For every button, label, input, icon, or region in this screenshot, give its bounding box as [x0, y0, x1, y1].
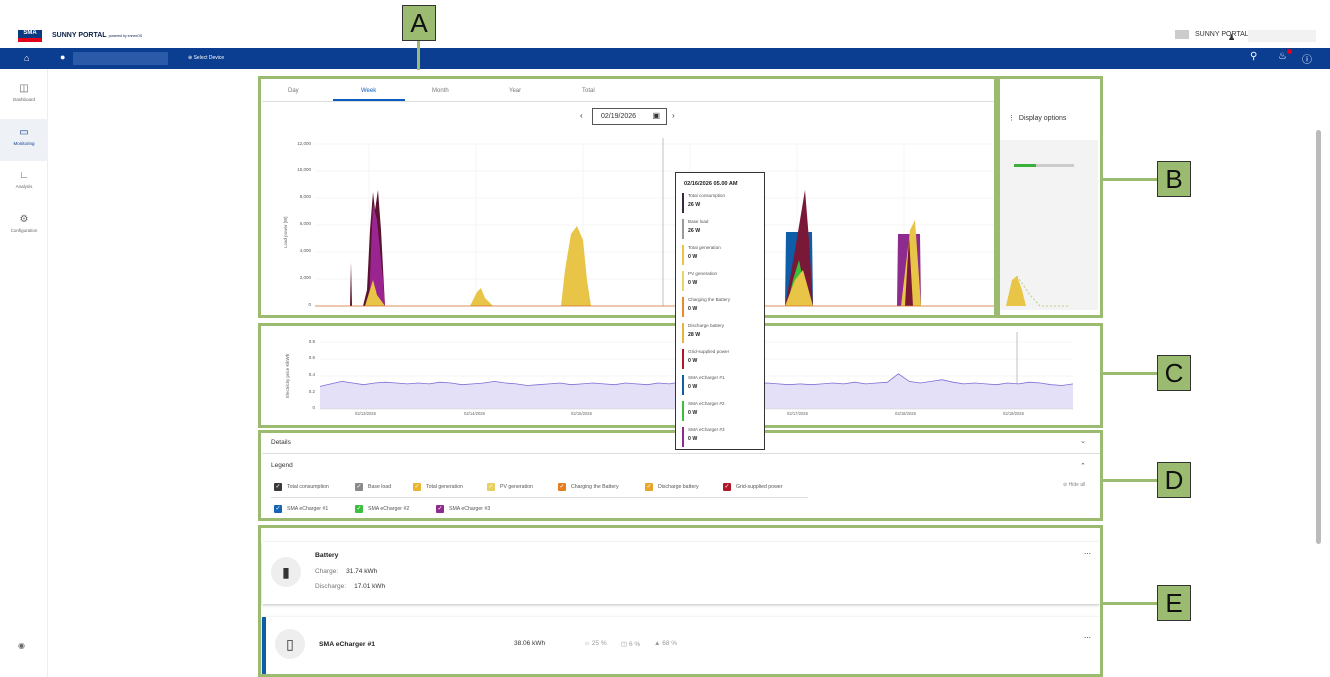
tooltip-title: 02/16/2026 05.00 AM — [684, 181, 738, 187]
annotation-label-a: A — [402, 5, 436, 41]
tooltip-item-value: 0 W — [688, 410, 698, 416]
tooltip-item-name: SMA eCharger #1 — [688, 375, 725, 380]
notification-badge — [1287, 49, 1292, 54]
sidebar-item-dashboard[interactable]: ◫ Dashboard — [0, 75, 48, 117]
tooltip-item: Total generation 0 W — [682, 245, 758, 267]
select-device-label: Select Device — [193, 55, 225, 61]
settings-icon[interactable]: ◉ — [18, 641, 25, 650]
tooltip-color-bar — [682, 401, 684, 421]
tooltip-item-value: 0 W — [688, 280, 698, 286]
tooltip-item-name: Discharge battery — [688, 323, 725, 328]
tooltip-color-bar — [682, 323, 684, 343]
portal-image-icon — [1175, 30, 1189, 39]
user-menu[interactable] — [1248, 30, 1316, 42]
sidebar-item-configuration[interactable]: ⚙ Configuration — [0, 206, 48, 248]
tooltip-item-value: 26 W — [688, 202, 701, 208]
tooltip-item: SMA eCharger #2 0 W — [682, 401, 758, 423]
brand-name: SUNNY PORTAL — [52, 32, 107, 39]
tooltip-item-name: Charging the Battery — [688, 297, 731, 302]
analysis-icon: ∟ — [19, 170, 29, 181]
annotation-label-b: B — [1157, 161, 1191, 197]
tooltip-color-bar — [682, 375, 684, 395]
tooltip-item-value: 28 W — [688, 332, 701, 338]
tooltip-item-name: Total generation — [688, 245, 721, 250]
brand-subtitle: powered by ennexOS — [108, 34, 143, 38]
tooltip-item: Discharge battery 28 W — [682, 323, 758, 345]
sidebar-item-analysis[interactable]: ∟ Analysis — [0, 162, 48, 204]
tooltip-color-bar — [682, 219, 684, 239]
tooltip-list: Total consumption 26 W Base load 26 W Total … — [682, 193, 758, 449]
tooltip-item-name: Base load — [688, 219, 709, 224]
annotation-leader-e — [1103, 602, 1159, 605]
search-icon[interactable]: ⚲ — [1250, 51, 1257, 62]
tooltip-item: Base load 26 W — [682, 219, 758, 241]
annotation-label-c: C — [1157, 355, 1191, 391]
plant-selector[interactable] — [73, 52, 168, 65]
tooltip-item-value: 0 W — [688, 384, 698, 390]
info-icon[interactable]: ⓘ — [1302, 51, 1312, 66]
scrollbar-thumb[interactable] — [1316, 130, 1321, 544]
annotation-leader-d — [1103, 479, 1159, 482]
tooltip-item: SMA eCharger #3 0 W — [682, 427, 758, 449]
portal-link[interactable]: SUNNY PORTAL — [1175, 30, 1249, 39]
tooltip-item-value: 0 W — [688, 358, 698, 364]
navigation-bar: ⌂ ● ⊕ Select Device ⚲ ♨ ⓘ — [0, 48, 1330, 69]
tooltip-item: Charging the Battery 0 W — [682, 297, 758, 319]
sma-logo[interactable]: SMA — [18, 30, 42, 42]
tooltip-item: PV generation 0 W — [682, 271, 758, 293]
select-device-button[interactable]: ⊕ Select Device — [188, 55, 224, 61]
annotation-box-e — [258, 525, 1103, 677]
sidebar-item-monitoring[interactable]: ▭ Monitoring — [0, 119, 48, 161]
sidebar-item-label: Dashboard — [12, 97, 35, 102]
tooltip-color-bar — [682, 245, 684, 265]
annotation-box-a — [258, 76, 997, 318]
annotation-leader-a — [417, 40, 420, 70]
tooltip-item-value: 0 W — [688, 436, 698, 442]
home-icon[interactable]: ⌂ — [24, 53, 29, 63]
tooltip-color-bar — [682, 427, 684, 447]
chart-tooltip: 02/16/2026 05.00 AM Total consumption 26 … — [675, 172, 765, 450]
annotation-label-d: D — [1157, 462, 1191, 498]
gear-icon: ⚙ — [19, 214, 29, 225]
monitor-icon: ▭ — [19, 127, 29, 138]
tooltip-item-value: 26 W — [688, 228, 701, 234]
tooltip-item: Grid-supplied power 0 W — [682, 349, 758, 371]
tooltip-color-bar — [682, 297, 684, 317]
tooltip-item-value: 0 W — [688, 254, 698, 260]
dashboard-icon: ◫ — [19, 83, 29, 94]
tooltip-item: Total consumption 26 W — [682, 193, 758, 215]
tooltip-item-name: Total consumption — [688, 193, 726, 198]
tooltip-item: SMA eCharger #1 0 W — [682, 375, 758, 397]
annotation-box-b — [997, 76, 1103, 318]
tooltip-item-name: SMA eCharger #3 — [688, 427, 725, 432]
portal-link-label: SUNNY PORTAL — [1195, 31, 1249, 38]
annotation-leader-b — [1103, 178, 1159, 181]
annotation-leader-c — [1103, 372, 1159, 375]
annotation-label-e: E — [1157, 585, 1191, 621]
tooltip-color-bar — [682, 349, 684, 369]
top-header: SMA SUNNY PORTAL powered by ennexOS SUNNY… — [0, 0, 1330, 48]
location-pin-icon[interactable]: ● — [60, 52, 65, 62]
sidebar-item-label: Configuration — [10, 228, 38, 233]
tooltip-item-name: SMA eCharger #2 — [688, 401, 725, 406]
tooltip-item-name: PV generation — [688, 271, 718, 276]
sidebar: ◫ Dashboard ▭ Monitoring ∟ Analysis ⚙ Config… — [0, 69, 48, 677]
user-icon[interactable]: ♟ — [1228, 33, 1235, 42]
scrollbar[interactable] — [1316, 80, 1321, 640]
bell-icon[interactable]: ♨ — [1278, 51, 1287, 62]
tooltip-color-bar — [682, 271, 684, 291]
tooltip-item-name: Grid-supplied power — [688, 349, 730, 354]
brand-title: SUNNY PORTAL powered by ennexOS — [52, 32, 142, 39]
sidebar-item-label: Monitoring — [13, 141, 35, 146]
tooltip-color-bar — [682, 193, 684, 213]
tooltip-item-value: 0 W — [688, 306, 698, 312]
sidebar-item-label: Analysis — [15, 184, 33, 189]
